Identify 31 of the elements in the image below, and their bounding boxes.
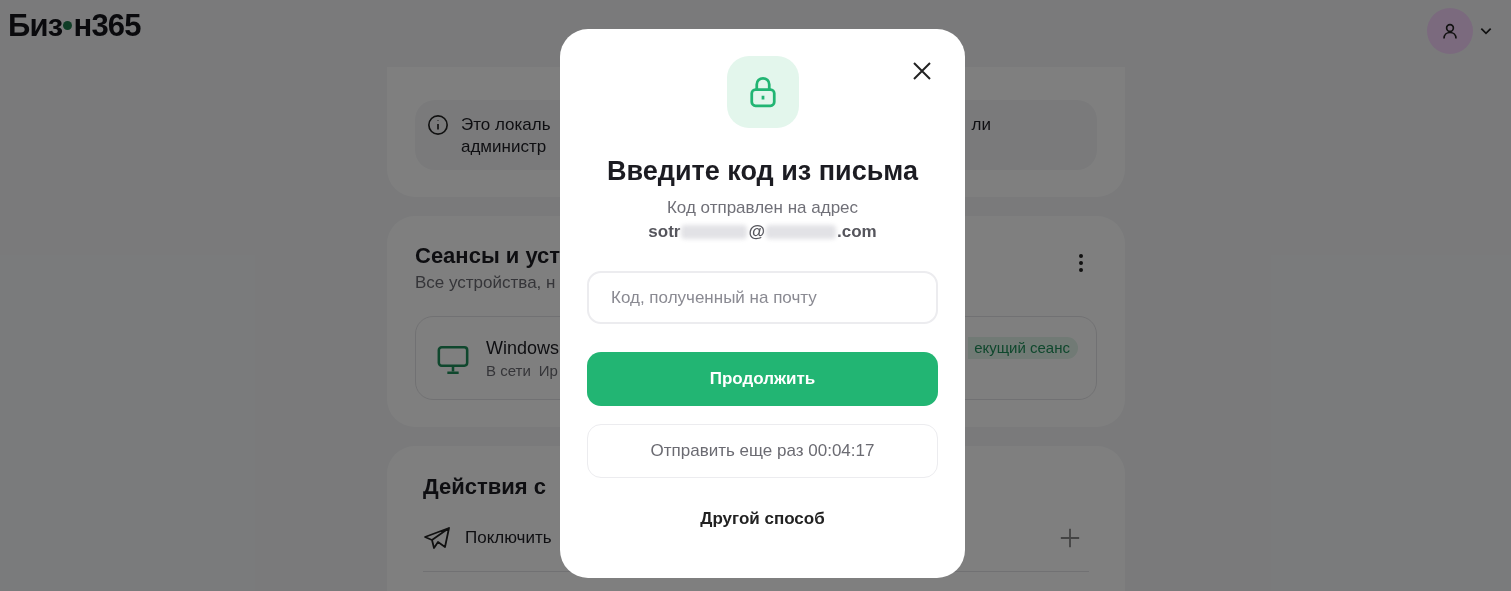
device-location: Ир (538, 361, 558, 381)
notice-text: Это локаль (461, 114, 551, 136)
code-input-field[interactable]: Код, полученный на почту (587, 271, 938, 324)
close-icon[interactable] (912, 61, 932, 81)
other-method-link[interactable]: Другой способ (700, 506, 825, 532)
user-icon (1441, 22, 1459, 40)
blurred-text-drawing (766, 225, 836, 239)
modal-title: Введите код из письма (607, 155, 918, 188)
section-title: Действия с (423, 473, 547, 501)
resend-button[interactable]: Отправить еще раз 00:04:17 (587, 424, 938, 478)
modal-subtitle: Код отправлен на адрес (666, 197, 859, 219)
notice-text: администр (461, 136, 548, 158)
info-icon (427, 114, 449, 136)
paper-plane-icon (423, 525, 451, 550)
avatar-button[interactable] (1427, 8, 1473, 54)
email-text: sotr (648, 221, 681, 243)
lock-icon (747, 75, 778, 109)
current-session-badge: екущий сеанс (968, 337, 1078, 359)
section-subtitle: Все устройства, н (415, 272, 557, 294)
device-status: В сети (486, 361, 531, 381)
email-text: .com (837, 221, 877, 243)
logo: Биз н365 (8, 10, 141, 41)
device-name: Windows (486, 337, 560, 359)
action-label: Поключить (465, 527, 552, 549)
notice-text: ли (971, 114, 991, 136)
section-title: Сеансы и уст (415, 242, 561, 270)
plus-icon[interactable] (1059, 526, 1081, 549)
monitor-icon (436, 343, 470, 377)
blurred-text-drawing (681, 225, 748, 239)
email-text: @ (748, 221, 765, 243)
more-icon[interactable] (1079, 254, 1083, 272)
